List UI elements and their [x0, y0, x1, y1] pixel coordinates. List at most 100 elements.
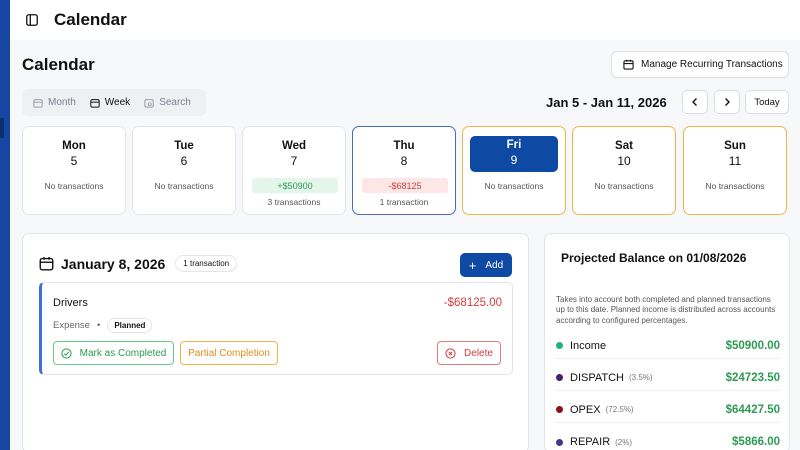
day-note: No transactions: [484, 181, 544, 191]
day-name: Fri: [506, 139, 522, 151]
delete-label: Delete: [464, 347, 493, 359]
chevron-right-icon: [725, 98, 730, 106]
sidebar-toggle-icon[interactable]: [24, 12, 40, 28]
day-detail-panel: January 8, 2026 1 transaction + Add Driv…: [22, 233, 529, 450]
day-number: 11: [728, 154, 742, 168]
transaction-meta: Expense • Planned: [53, 318, 153, 333]
sidebar-collapse-handle[interactable]: [0, 118, 4, 138]
account-color-dot: [556, 438, 563, 446]
status-badge: Planned: [107, 318, 153, 333]
day-number: 8: [400, 154, 408, 168]
add-transaction-button[interactable]: + Add: [460, 253, 512, 277]
day-card-wed[interactable]: Wed 7 +$50900 3 transactions: [242, 126, 346, 215]
mark-completed-button[interactable]: Mark as Completed: [53, 341, 174, 365]
manage-recurring-label: Manage Recurring Transactions: [641, 59, 783, 70]
balance-row: DISPATCH (3.5%) $24723.50: [556, 365, 780, 391]
tab-search[interactable]: Search: [137, 92, 198, 113]
calendar-icon: [39, 257, 54, 271]
projected-balance-description: Takes into account both completed and pl…: [556, 295, 776, 325]
calendar-icon: [33, 98, 43, 108]
projected-balance-panel: Projected Balance on 01/08/2026 Takes in…: [544, 233, 790, 450]
projected-balance-title: Projected Balance on 01/08/2026: [561, 251, 747, 265]
tab-week-label: Week: [104, 97, 131, 108]
transaction-count-badge: 1 transaction: [175, 255, 238, 272]
week-range: Jan 5 - Jan 11, 2026: [546, 95, 667, 110]
delete-button[interactable]: Delete: [437, 341, 501, 365]
chevron-left-icon: [692, 98, 697, 106]
day-card-thu[interactable]: Thu 8 -$68125 1 transaction: [352, 126, 456, 215]
balance-row: REPAIR (2%) $5866.00: [556, 429, 780, 450]
partial-completion-button[interactable]: Partial Completion: [180, 341, 278, 365]
day-card-tue[interactable]: Tue 6 No transactions: [132, 126, 236, 215]
plus-icon: +: [468, 257, 477, 273]
account-color-dot: [556, 342, 563, 349]
account-percentage: (3.5%): [629, 373, 653, 382]
account-color-dot: [556, 406, 563, 413]
day-number: 5: [70, 154, 78, 168]
day-note: No transactions: [705, 181, 765, 191]
tab-week[interactable]: Week: [83, 92, 137, 113]
account-name: DISPATCH: [570, 371, 624, 384]
day-card-sat[interactable]: Sat 10 No transactions: [572, 126, 676, 215]
app-title: Calendar: [54, 10, 127, 29]
mark-completed-label: Mark as Completed: [79, 347, 167, 359]
day-name: Sun: [724, 140, 746, 152]
balance-row: OPEX (72.5%) $64427.50: [556, 397, 780, 423]
day-name: Wed: [281, 140, 307, 152]
calendar-icon: [90, 98, 100, 108]
account-balance: $64427.50: [725, 403, 780, 416]
left-accent-bar: [0, 0, 10, 450]
account-name: REPAIR: [570, 436, 611, 448]
day-name: Tue: [174, 140, 194, 152]
next-week-button[interactable]: [714, 90, 740, 114]
search-calendar-icon: [144, 98, 154, 108]
transaction-amount: -$68125.00: [443, 297, 502, 309]
today-highlight: Fri 9: [470, 136, 558, 172]
day-amount-badge: +$50900: [252, 178, 338, 193]
account-balance: $5866.00: [732, 436, 780, 448]
account-percentage: (72.5%): [605, 405, 634, 414]
app-header: Calendar: [10, 0, 800, 40]
day-note: 1 transaction: [379, 197, 429, 207]
day-card-sun[interactable]: Sun 11 No transactions: [683, 126, 787, 215]
view-tabs: Month Week Search: [22, 89, 206, 116]
day-note: No transactions: [594, 181, 654, 191]
account-balance: $24723.50: [725, 371, 780, 384]
transaction-card: Drivers -$68125.00 Expense • Planned Mar…: [39, 282, 513, 375]
detail-date: January 8, 2026: [61, 255, 166, 272]
day-number: 7: [290, 154, 298, 168]
day-number: 10: [617, 154, 631, 168]
manage-recurring-button[interactable]: Manage Recurring Transactions: [611, 51, 789, 78]
separator-dot: •: [96, 320, 101, 331]
day-amount-badge: -$68125: [362, 178, 448, 193]
day-card-mon[interactable]: Mon 5 No transactions: [22, 126, 126, 215]
tab-month-label: Month: [48, 97, 76, 108]
account-name: OPEX: [570, 403, 601, 416]
prev-week-button[interactable]: [682, 90, 708, 114]
x-circle-icon: [445, 347, 456, 359]
calendar-icon: [623, 59, 634, 70]
transaction-name: Drivers: [53, 297, 88, 309]
page-title: Calendar: [22, 55, 95, 74]
tab-month[interactable]: Month: [26, 92, 83, 113]
balance-row: Income $50900.00: [556, 333, 780, 359]
account-color-dot: [556, 374, 563, 381]
main-content: Calendar Manage Recurring Transactions M…: [10, 40, 800, 450]
today-button[interactable]: Today: [745, 90, 789, 114]
day-number: 9: [510, 153, 518, 167]
account-percentage: (2%): [615, 437, 633, 447]
day-note: No transactions: [154, 181, 214, 191]
day-note: 3 transactions: [267, 197, 321, 207]
tab-search-label: Search: [159, 97, 191, 108]
add-label: Add: [485, 259, 504, 271]
day-detail-header: January 8, 2026 1 transaction: [39, 255, 238, 272]
transaction-type: Expense: [53, 320, 90, 331]
day-card-fri[interactable]: Fri 9 No transactions: [462, 126, 566, 215]
day-name: Mon: [62, 140, 86, 152]
account-balance: $50900.00: [725, 339, 780, 352]
check-circle-icon: [61, 347, 72, 359]
account-name: Income: [570, 339, 607, 352]
day-number: 6: [180, 154, 188, 168]
day-note: No transactions: [44, 181, 104, 191]
day-name: Sat: [615, 140, 633, 152]
